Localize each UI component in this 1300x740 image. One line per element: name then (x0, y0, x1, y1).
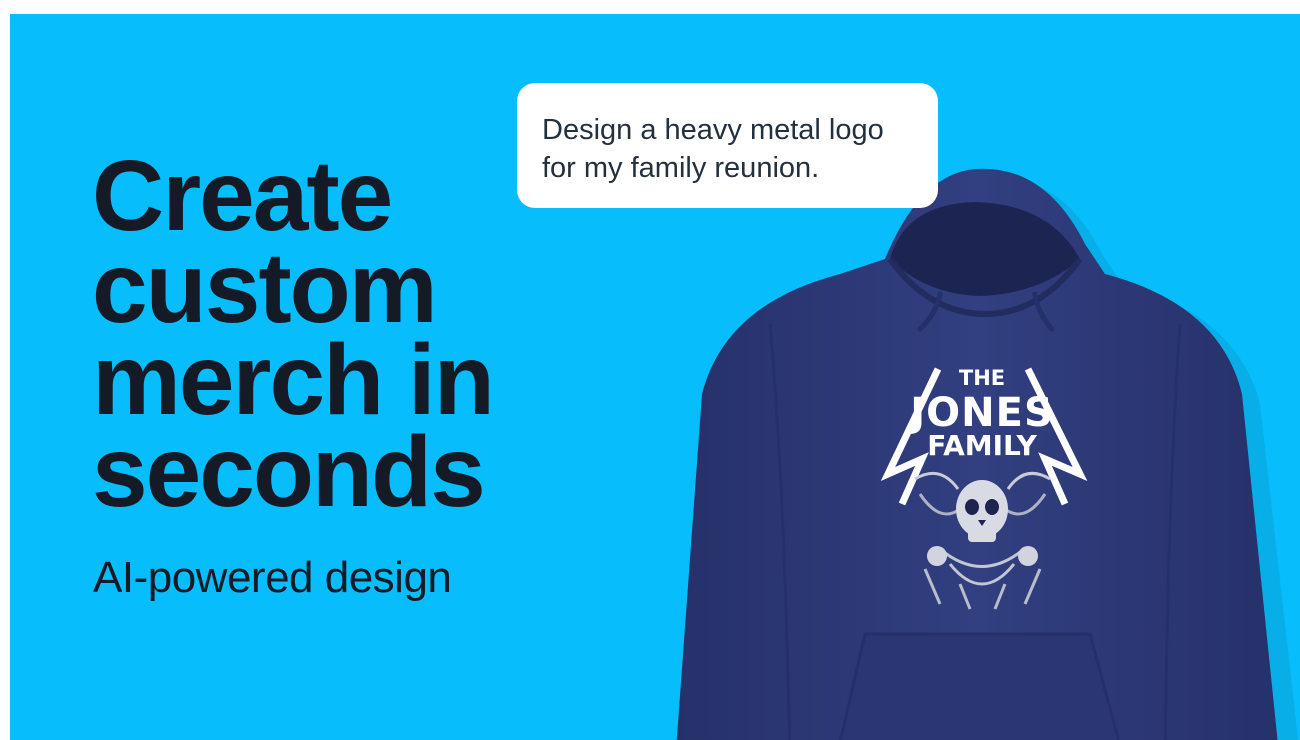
print-text-family: FAMILY (927, 429, 1037, 462)
prompt-line: for my family reunion. (542, 152, 820, 184)
subheadline: AI-powered design (93, 553, 452, 602)
print-text-the: THE (959, 366, 1005, 390)
prompt-bubble: Design a heavy metal logo for my family … (517, 83, 938, 208)
headline: Create custom merch in seconds (92, 140, 562, 528)
headline-line: custom (92, 232, 438, 344)
prompt-line: Design a heavy metal logo (542, 114, 884, 146)
headline-line: Create (92, 140, 393, 252)
hoodie-image: THE JONES FAMILY (676, 168, 1299, 740)
headline-line: seconds (92, 416, 486, 528)
promo-banner: Create custom merch in seconds AI-powere… (10, 14, 1300, 740)
headline-line: merch in (92, 324, 495, 436)
hoodie-pocket (838, 632, 1121, 740)
